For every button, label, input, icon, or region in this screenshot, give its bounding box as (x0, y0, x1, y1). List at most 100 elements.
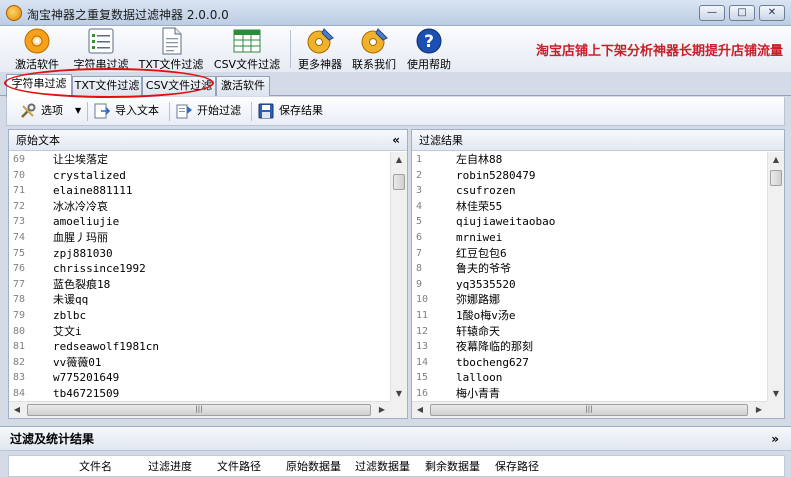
line-number: 6 (416, 231, 423, 243)
expand-stats-button[interactable]: » (771, 427, 779, 451)
tab-activate-software[interactable]: 激活软件 (216, 76, 270, 96)
line-number: 12 (416, 325, 429, 337)
column-header-file-name[interactable]: 文件名 (79, 458, 112, 474)
text-line: 75 zpj881030 (9, 246, 390, 262)
line-number: 15 (416, 372, 429, 384)
scroll-left-icon[interactable]: ◀ (412, 402, 428, 418)
help-button[interactable]: ? 使用帮助 (403, 26, 455, 72)
action-bar: 选项 ▼ 导入文本 开始过滤 保存结果 (6, 97, 785, 126)
scroll-right-icon[interactable]: ▶ (751, 402, 767, 418)
text-line: 7 红豆包包6 (412, 246, 767, 262)
contact-us-label: 联系我们 (352, 58, 396, 71)
line-text: 让尘埃落定 (53, 153, 108, 166)
text-line: 84 tb46721509 (9, 386, 390, 402)
text-line: 79 zblbc (9, 308, 390, 324)
line-text: amoeliujie (53, 215, 120, 229)
txt-file-filter-button[interactable]: TXT文件过滤 (138, 26, 204, 72)
line-number: 79 (13, 309, 26, 321)
scroll-left-icon[interactable]: ◀ (9, 402, 25, 418)
line-number: 80 (13, 325, 26, 337)
text-line: 80 艾文i (9, 324, 390, 340)
original-text-title: 原始文本 (16, 134, 60, 147)
text-line: 15 lalloon (412, 370, 767, 386)
column-header-original-count[interactable]: 原始数据量 (286, 458, 341, 474)
original-text-vscroll[interactable]: ▲ ▼ (390, 152, 407, 402)
csv-file-filter-button[interactable]: CSV文件过滤 (212, 26, 282, 72)
cd-tools-icon (307, 28, 334, 54)
stats-title: 过滤及统计结果 (10, 432, 95, 446)
maximize-button[interactable]: □ (729, 5, 755, 21)
column-header-file-path[interactable]: 文件路径 (217, 458, 261, 474)
line-text: 艾文i (53, 324, 82, 338)
promo-slogan[interactable]: 淘宝店铺上下架分析神器长期提升店铺流量 (536, 40, 783, 59)
text-line: 12 轩辕命天 (412, 324, 767, 340)
line-text: 血腥丿玛丽 (53, 230, 108, 244)
start-filter-button[interactable]: 开始过滤 (175, 101, 247, 121)
line-text: 1酸o梅v汤e (456, 308, 516, 322)
text-line: 74 血腥丿玛丽 (9, 230, 390, 246)
text-line: 10 弥娜路娜 (412, 292, 767, 308)
line-number: 5 (416, 216, 423, 228)
column-header-save-path[interactable]: 保存路径 (495, 458, 539, 474)
original-text-header: 原始文本 « (9, 130, 407, 151)
scroll-thumb[interactable] (770, 170, 782, 186)
line-number: 70 (13, 169, 26, 181)
line-number: 69 (13, 154, 26, 165)
options-dropdown[interactable]: 选项 ▼ (19, 101, 83, 121)
line-number: 81 (13, 341, 26, 353)
line-number: 77 (13, 278, 26, 290)
line-text: redseawolf1981cn (53, 340, 159, 354)
contact-us-button[interactable]: 联系我们 (349, 26, 399, 72)
filter-result-title: 过滤结果 (419, 134, 463, 147)
line-number: 9 (416, 278, 423, 290)
original-text-hscroll[interactable]: ◀ ||| ▶ (9, 401, 390, 418)
import-text-button[interactable]: 导入文本 (93, 101, 163, 121)
activate-software-button[interactable]: 激活软件 (10, 26, 64, 72)
toolbar-separator (290, 30, 291, 68)
hscroll-thumb[interactable]: ||| (27, 404, 371, 416)
scroll-down-icon[interactable]: ▼ (391, 386, 407, 402)
spreadsheet-icon (233, 29, 261, 53)
text-file-icon (162, 27, 182, 55)
help-label: 使用帮助 (407, 58, 451, 71)
text-line: 9 yq3535520 (412, 277, 767, 293)
text-line: 3 csufrozen (412, 183, 767, 199)
line-text: 蓝色裂痕18 (53, 277, 111, 291)
cd-contact-icon (361, 28, 388, 54)
line-text: 轩辕命天 (456, 324, 500, 338)
hscroll-thumb[interactable]: ||| (430, 404, 748, 416)
save-icon (258, 103, 274, 119)
line-text: zpj881030 (53, 246, 113, 260)
close-button[interactable]: ✕ (759, 5, 785, 21)
scroll-up-icon[interactable]: ▲ (391, 152, 407, 168)
line-text: csufrozen (456, 184, 516, 198)
collapse-panel-button[interactable]: « (392, 130, 400, 150)
scroll-up-icon[interactable]: ▲ (768, 152, 784, 168)
filter-result-vscroll[interactable]: ▲ ▼ (767, 152, 784, 402)
scroll-thumb[interactable] (393, 174, 405, 190)
line-number: 83 (13, 372, 26, 384)
line-number: 8 (416, 263, 423, 275)
text-line: 77 蓝色裂痕18 (9, 277, 390, 293)
start-filter-label: 开始过滤 (197, 104, 241, 117)
scroll-right-icon[interactable]: ▶ (374, 402, 390, 418)
more-tools-button[interactable]: 更多神器 (295, 26, 345, 72)
line-number: 75 (13, 247, 26, 259)
chevron-down-icon: ▼ (75, 106, 82, 115)
text-line: 6 mrniwei (412, 230, 767, 246)
original-text-editor[interactable]: 69 让尘埃落定 70 crystalized 71 elaine881111 72 冰冰冷冷… (9, 152, 390, 402)
column-header-filtered-count[interactable]: 过滤数据量 (355, 458, 410, 474)
filter-result-panel: 过滤结果 1 左自林88 2 robin5280479 3 csufrozen 4 林佳荣55… (411, 129, 785, 419)
scroll-down-icon[interactable]: ▼ (768, 386, 784, 402)
minimize-button[interactable]: — (699, 5, 725, 21)
filter-result-editor[interactable]: 1 左自林88 2 robin5280479 3 csufrozen 4 林佳荣55 5 qiuj… (412, 152, 767, 402)
filter-result-hscroll[interactable]: ◀ ||| ▶ (412, 401, 767, 418)
column-header-remaining-count[interactable]: 剩余数据量 (425, 458, 480, 474)
save-result-button[interactable]: 保存结果 (257, 101, 333, 121)
column-header-progress[interactable]: 过滤进度 (148, 458, 192, 474)
string-filter-button[interactable]: 字符串过滤 (70, 26, 132, 72)
line-text: 梅小青青 (456, 386, 500, 400)
text-line: 8 鲁夫的爷爷 (412, 261, 767, 277)
action-separator (169, 102, 170, 121)
line-number: 3 (416, 185, 423, 197)
